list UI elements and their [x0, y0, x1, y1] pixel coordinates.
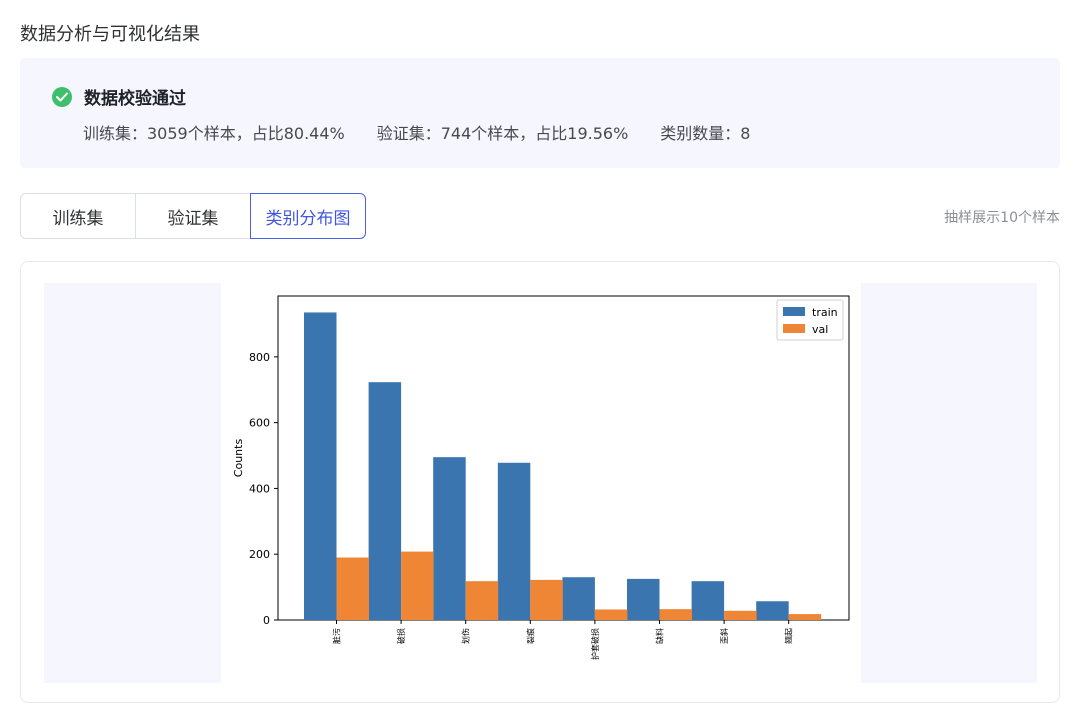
bar-train-3 — [497, 462, 531, 620]
y-tick-label: 200 — [249, 548, 270, 561]
legend-label-train: train — [812, 306, 838, 319]
bar-train-6 — [691, 581, 725, 620]
bar-train-4 — [562, 577, 595, 620]
tab-class-distribution[interactable]: 类别分布图 — [250, 193, 366, 239]
x-tick-label: 护套破损 — [590, 628, 600, 660]
bar-val-2 — [465, 581, 499, 620]
section-title: 数据分析与可视化结果 — [20, 24, 200, 45]
validation-result-header: 数据校验通过 — [52, 84, 186, 109]
bar-val-5 — [659, 609, 692, 620]
validation-stats: 训练集：3059个样本，占比80.44% 验证集：744个样本，占比19.56%… — [83, 120, 782, 144]
bar-train-7 — [756, 601, 789, 620]
chart-right-panel — [861, 283, 1037, 683]
validation-result-panel: 数据校验通过 训练集：3059个样本，占比80.44% 验证集：744个样本，占… — [20, 58, 1060, 168]
x-tick-label: 划伤 — [461, 628, 471, 644]
x-tick-label: 歪斜 — [719, 628, 729, 644]
validation-title: 数据校验通过 — [84, 89, 186, 109]
chart-left-panel — [44, 283, 221, 683]
tab-train-set[interactable]: 训练集 — [20, 193, 136, 239]
bar-val-0 — [336, 557, 369, 620]
bar-val-6 — [724, 610, 757, 620]
class-count-stat: 类别数量：8 — [660, 124, 751, 143]
bar-val-1 — [401, 551, 434, 620]
x-tick-label: 裂痕 — [525, 628, 535, 644]
bar-train-1 — [368, 382, 402, 620]
bar-train-2 — [433, 457, 466, 620]
bar-train-5 — [627, 578, 660, 620]
bar-val-4 — [594, 609, 628, 620]
val-set-stat: 验证集：744个样本，占比19.56% — [376, 124, 629, 143]
bar-train-0 — [304, 312, 337, 620]
x-tick-label: 翘起 — [785, 628, 794, 644]
y-tick-label: 800 — [249, 351, 270, 364]
chart-card: 0 200 400 600 800 Counts 脏污 破损 划伤 裂痕 护套破损 缺料 歪斜 翘起 tra… — [20, 261, 1060, 703]
y-axis-label: Counts — [232, 439, 245, 478]
y-tick-label: 400 — [249, 482, 270, 495]
class-distribution-chart: 0 200 400 600 800 Counts 脏污 破损 划伤 裂痕 护套破损 缺料 歪斜 翘起 tra… — [232, 295, 850, 660]
y-tick-label: 600 — [249, 417, 270, 430]
view-tabs: 训练集 验证集 类别分布图 — [20, 193, 366, 239]
x-tick-label: 破损 — [396, 628, 406, 644]
train-set-stat: 训练集：3059个样本，占比80.44% — [83, 124, 345, 143]
x-tick-label: 缺料 — [655, 628, 665, 644]
tab-val-set[interactable]: 验证集 — [135, 193, 251, 239]
legend-swatch-train — [783, 307, 805, 316]
sample-hint: 抽样展示10个样本 — [944, 210, 1060, 226]
legend-label-val: val — [812, 323, 828, 336]
x-tick-label: 脏污 — [332, 628, 342, 644]
bar-val-7 — [788, 614, 822, 620]
y-tick-label: 0 — [263, 614, 270, 627]
check-circle-icon — [52, 86, 72, 107]
legend-swatch-val — [783, 324, 805, 333]
bar-val-3 — [530, 579, 563, 620]
